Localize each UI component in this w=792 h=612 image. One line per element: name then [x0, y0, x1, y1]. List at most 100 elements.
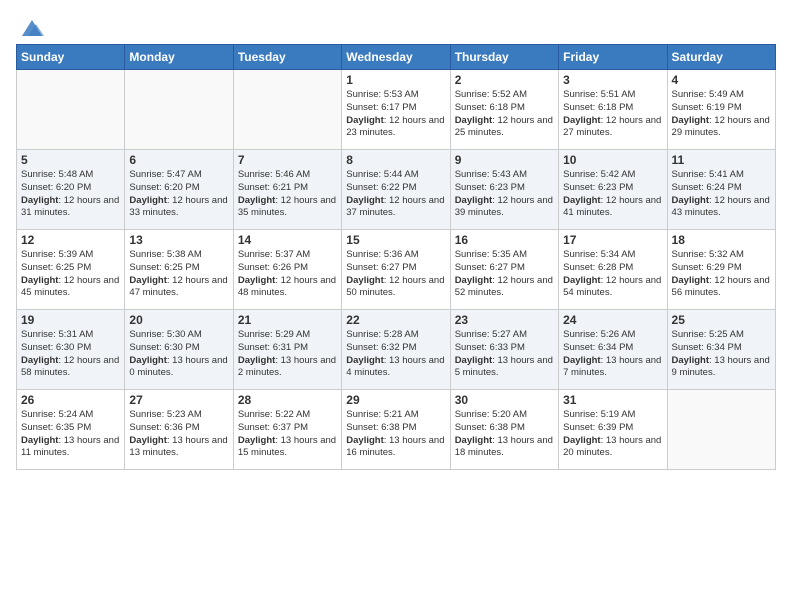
- day-info: Sunset: 6:38 PM: [455, 422, 554, 435]
- calendar-cell: 25Sunrise: 5:25 AMSunset: 6:34 PMDayligh…: [667, 310, 775, 390]
- day-info: Sunrise: 5:52 AM: [455, 89, 554, 102]
- calendar-cell: 6Sunrise: 5:47 AMSunset: 6:20 PMDaylight…: [125, 150, 233, 230]
- logo-icon: [18, 16, 46, 40]
- day-number: 3: [563, 73, 662, 87]
- calendar-week-row: 26Sunrise: 5:24 AMSunset: 6:35 PMDayligh…: [17, 390, 776, 470]
- header-monday: Monday: [125, 45, 233, 70]
- day-info: Sunrise: 5:26 AM: [563, 329, 662, 342]
- day-info: Sunset: 6:30 PM: [21, 342, 120, 355]
- day-info: Daylight: 13 hours and 13 minutes.: [129, 435, 228, 461]
- day-number: 21: [238, 313, 337, 327]
- calendar-cell: 28Sunrise: 5:22 AMSunset: 6:37 PMDayligh…: [233, 390, 341, 470]
- day-info: Daylight: 12 hours and 35 minutes.: [238, 195, 337, 221]
- calendar-week-row: 1Sunrise: 5:53 AMSunset: 6:17 PMDaylight…: [17, 70, 776, 150]
- day-info: Daylight: 12 hours and 33 minutes.: [129, 195, 228, 221]
- day-info: Sunrise: 5:41 AM: [672, 169, 771, 182]
- day-info: Sunset: 6:27 PM: [455, 262, 554, 275]
- calendar-cell: 13Sunrise: 5:38 AMSunset: 6:25 PMDayligh…: [125, 230, 233, 310]
- day-number: 18: [672, 233, 771, 247]
- day-info: Sunset: 6:28 PM: [563, 262, 662, 275]
- day-number: 19: [21, 313, 120, 327]
- day-info: Sunset: 6:36 PM: [129, 422, 228, 435]
- day-number: 20: [129, 313, 228, 327]
- day-info: Daylight: 12 hours and 56 minutes.: [672, 275, 771, 301]
- day-info: Sunrise: 5:29 AM: [238, 329, 337, 342]
- day-info: Sunrise: 5:31 AM: [21, 329, 120, 342]
- day-number: 27: [129, 393, 228, 407]
- day-number: 25: [672, 313, 771, 327]
- day-info: Sunrise: 5:35 AM: [455, 249, 554, 262]
- day-info: Daylight: 12 hours and 37 minutes.: [346, 195, 445, 221]
- calendar-cell: 17Sunrise: 5:34 AMSunset: 6:28 PMDayligh…: [559, 230, 667, 310]
- calendar-cell: 12Sunrise: 5:39 AMSunset: 6:25 PMDayligh…: [17, 230, 125, 310]
- day-info: Sunset: 6:31 PM: [238, 342, 337, 355]
- day-number: 16: [455, 233, 554, 247]
- day-info: Sunrise: 5:48 AM: [21, 169, 120, 182]
- day-info: Daylight: 12 hours and 47 minutes.: [129, 275, 228, 301]
- day-info: Sunrise: 5:23 AM: [129, 409, 228, 422]
- day-number: 24: [563, 313, 662, 327]
- day-info: Sunrise: 5:20 AM: [455, 409, 554, 422]
- calendar-cell: 16 Sunrise: 5:35 AMSunset: 6:27 PMDayligh…: [450, 230, 558, 310]
- day-info: Sunrise: 5:28 AM: [346, 329, 445, 342]
- day-info: Sunrise: 5:37 AM: [238, 249, 337, 262]
- day-number: 12: [21, 233, 120, 247]
- day-info: Sunset: 6:39 PM: [563, 422, 662, 435]
- day-number: 4: [672, 73, 771, 87]
- calendar-cell: 10Sunrise: 5:42 AMSunset: 6:23 PMDayligh…: [559, 150, 667, 230]
- calendar-header-row: SundayMondayTuesdayWednesdayThursdayFrid…: [17, 45, 776, 70]
- day-info: Sunset: 6:19 PM: [672, 102, 771, 115]
- day-info: Daylight: 12 hours and 45 minutes.: [21, 275, 120, 301]
- day-info: Sunset: 6:22 PM: [346, 182, 445, 195]
- day-info: Sunset: 6:17 PM: [346, 102, 445, 115]
- day-info: Sunset: 6:30 PM: [129, 342, 228, 355]
- day-info: Daylight: 13 hours and 20 minutes.: [563, 435, 662, 461]
- header-wednesday: Wednesday: [342, 45, 450, 70]
- day-info: Sunrise: 5:44 AM: [346, 169, 445, 182]
- day-number: 10: [563, 153, 662, 167]
- day-number: 5: [21, 153, 120, 167]
- day-info: Sunset: 6:23 PM: [455, 182, 554, 195]
- day-info: Daylight: 12 hours and 50 minutes.: [346, 275, 445, 301]
- day-info: Sunrise: 5:27 AM: [455, 329, 554, 342]
- calendar-cell: 1Sunrise: 5:53 AMSunset: 6:17 PMDaylight…: [342, 70, 450, 150]
- calendar-week-row: 5Sunrise: 5:48 AMSunset: 6:20 PMDaylight…: [17, 150, 776, 230]
- calendar-cell: [233, 70, 341, 150]
- logo: [16, 16, 46, 40]
- day-info: Sunrise: 5:21 AM: [346, 409, 445, 422]
- page-header: [16, 16, 776, 40]
- calendar-cell: 20Sunrise: 5:30 AMSunset: 6:30 PMDayligh…: [125, 310, 233, 390]
- day-info: Sunrise: 5:43 AM: [455, 169, 554, 182]
- day-info: Daylight: 12 hours and 27 minutes.: [563, 115, 662, 141]
- calendar-week-row: 19Sunrise: 5:31 AMSunset: 6:30 PMDayligh…: [17, 310, 776, 390]
- calendar-week-row: 12Sunrise: 5:39 AMSunset: 6:25 PMDayligh…: [17, 230, 776, 310]
- calendar-cell: 21Sunrise: 5:29 AMSunset: 6:31 PMDayligh…: [233, 310, 341, 390]
- day-info: Sunrise: 5:51 AM: [563, 89, 662, 102]
- day-info: Daylight: 12 hours and 41 minutes.: [563, 195, 662, 221]
- calendar-cell: 31Sunrise: 5:19 AMSunset: 6:39 PMDayligh…: [559, 390, 667, 470]
- calendar-cell: 30Sunrise: 5:20 AMSunset: 6:38 PMDayligh…: [450, 390, 558, 470]
- day-info: Daylight: 12 hours and 52 minutes.: [455, 275, 554, 301]
- day-number: 30: [455, 393, 554, 407]
- day-info: Sunset: 6:37 PM: [238, 422, 337, 435]
- day-info: Daylight: 13 hours and 0 minutes.: [129, 355, 228, 381]
- day-number: 17: [563, 233, 662, 247]
- calendar-cell: 24Sunrise: 5:26 AMSunset: 6:34 PMDayligh…: [559, 310, 667, 390]
- header-saturday: Saturday: [667, 45, 775, 70]
- calendar-table: SundayMondayTuesdayWednesdayThursdayFrid…: [16, 44, 776, 470]
- day-number: 7: [238, 153, 337, 167]
- day-info: Daylight: 13 hours and 5 minutes.: [455, 355, 554, 381]
- calendar-cell: 8Sunrise: 5:44 AMSunset: 6:22 PMDaylight…: [342, 150, 450, 230]
- day-info: Sunset: 6:26 PM: [238, 262, 337, 275]
- day-info: Sunset: 6:25 PM: [21, 262, 120, 275]
- day-number: 13: [129, 233, 228, 247]
- day-info: Sunrise: 5:36 AM: [346, 249, 445, 262]
- header-sunday: Sunday: [17, 45, 125, 70]
- day-info: Daylight: 13 hours and 11 minutes.: [21, 435, 120, 461]
- calendar-cell: 27 Sunrise: 5:23 AMSunset: 6:36 PMDayligh…: [125, 390, 233, 470]
- day-number: 9: [455, 153, 554, 167]
- day-info: Daylight: 12 hours and 58 minutes.: [21, 355, 120, 381]
- calendar-cell: [667, 390, 775, 470]
- day-info: Sunset: 6:35 PM: [21, 422, 120, 435]
- day-info: Sunrise: 5:32 AM: [672, 249, 771, 262]
